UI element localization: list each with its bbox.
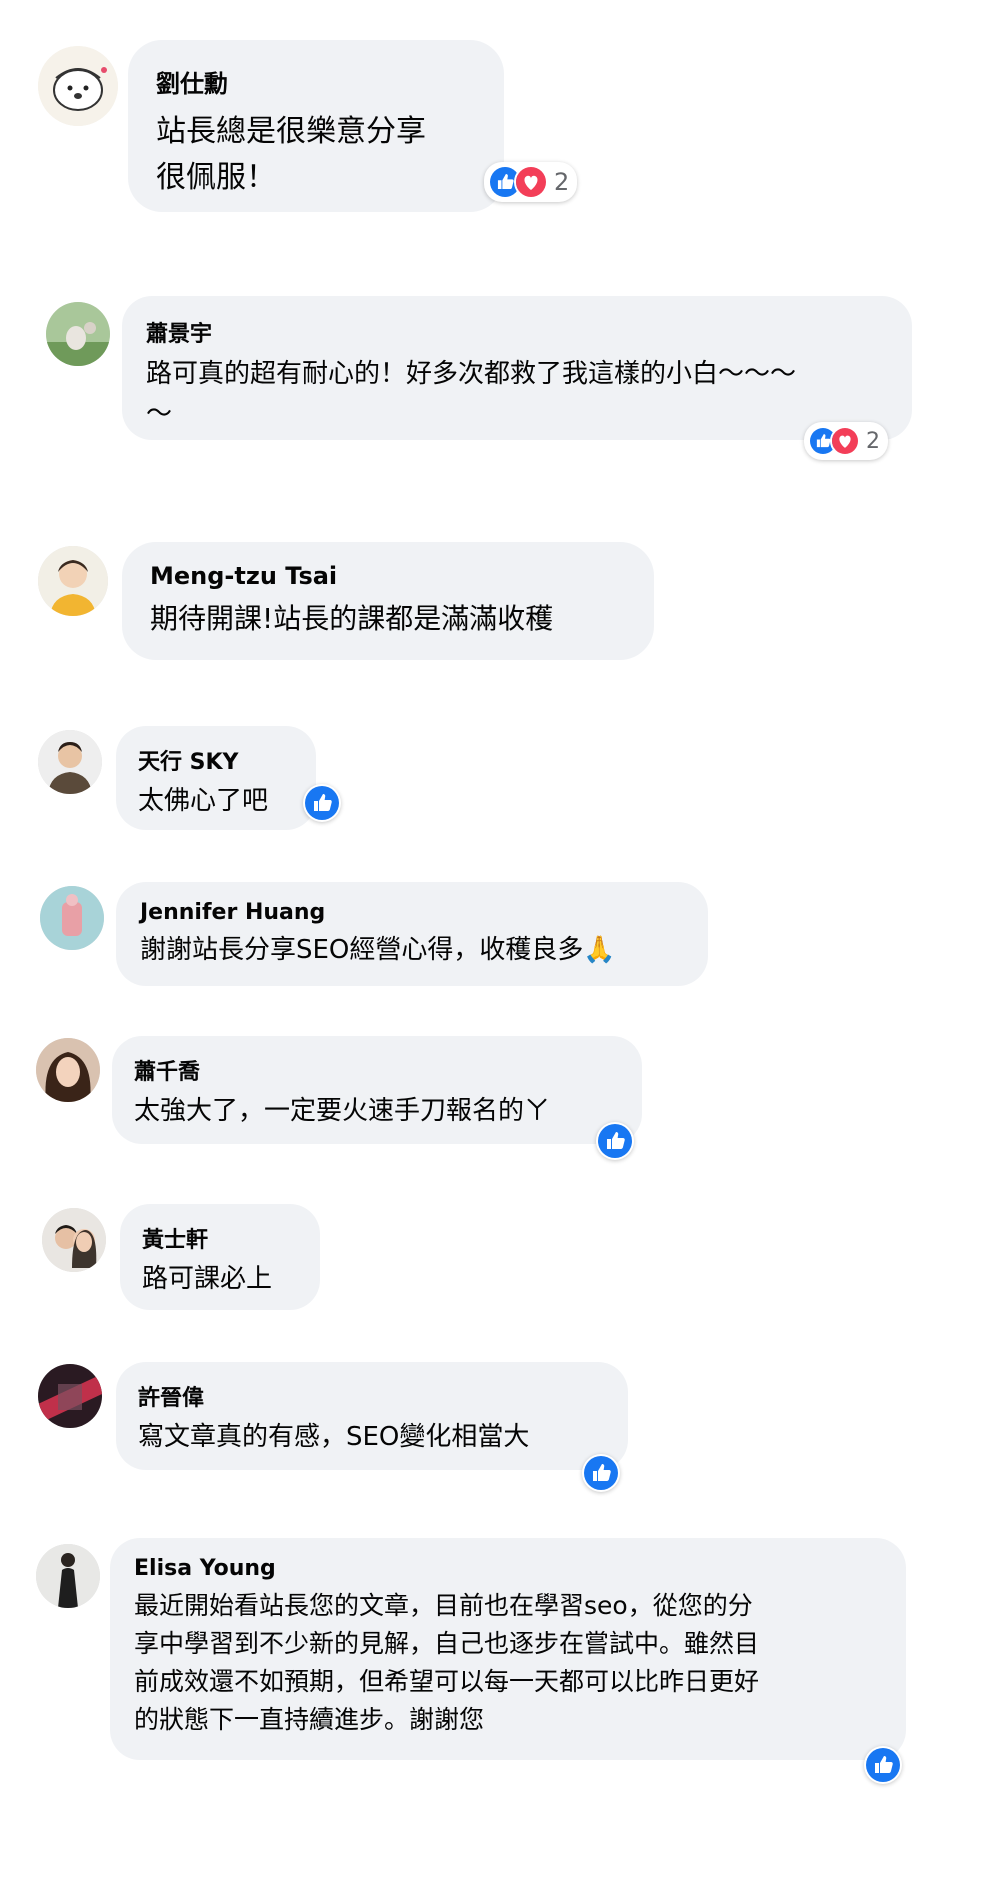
avatar-image — [36, 1038, 100, 1102]
avatar[interactable] — [36, 1544, 100, 1608]
love-icon — [830, 426, 860, 456]
avatar[interactable] — [38, 730, 102, 794]
commenter-name[interactable]: 蕭千喬 — [134, 1054, 620, 1086]
reactions-summary[interactable]: 2 — [804, 422, 888, 460]
comment-bubble[interactable]: 天行 SKY 太佛心了吧 — [116, 726, 316, 830]
comment-text: 路可課必上 — [142, 1264, 273, 1294]
comment-bubble[interactable]: 劉仕勳 站長總是很樂意分享 很佩服！ — [128, 40, 504, 212]
comment-bubble[interactable]: Elisa Young 最近開始看站長您的文章，目前也在學習seo，從您的分 享… — [110, 1538, 906, 1760]
comment-text: 最近開始看站長您的文章，目前也在學習seo，從您的分 享中學習到不少新的見解，自… — [134, 1591, 760, 1734]
avatar-image — [46, 302, 110, 366]
avatar-image — [38, 730, 102, 794]
comment-text: 謝謝站長分享SEO經營心得，收穫良多🙏 — [140, 935, 616, 965]
comment-bubble[interactable]: 許晉偉 寫文章真的有感，SEO變化相當大 — [116, 1362, 628, 1470]
commenter-name[interactable]: Jennifer Huang — [140, 900, 684, 925]
reactions-summary[interactable]: 2 — [484, 162, 578, 202]
commenter-name[interactable]: Meng-tzu Tsai — [150, 562, 626, 590]
comment-bubble[interactable]: 蕭千喬 太強大了，一定要火速手刀報名的ㄚ — [112, 1036, 642, 1144]
comment-bubble[interactable]: 黃士軒 路可課必上 — [120, 1204, 320, 1310]
avatar-image — [38, 46, 118, 126]
like-reaction[interactable] — [596, 1122, 634, 1160]
love-icon — [514, 165, 548, 199]
avatar-image — [36, 1544, 100, 1608]
commenter-name[interactable]: 劉仕勳 — [156, 64, 476, 99]
comment-bubble[interactable]: 蕭景宇 路可真的超有耐心的！好多次都救了我這樣的小白～～～ ～ — [122, 296, 912, 440]
avatar-image — [40, 886, 104, 950]
commenter-name[interactable]: 蕭景宇 — [146, 316, 888, 348]
comment-text: 太強大了，一定要火速手刀報名的ㄚ — [134, 1096, 551, 1126]
comment-text: 期待開課!站長的課都是滿滿收穫 — [150, 602, 554, 635]
comment-bubble[interactable]: Meng-tzu Tsai 期待開課!站長的課都是滿滿收穫 — [122, 542, 654, 660]
avatar[interactable] — [46, 302, 110, 366]
avatar-image — [38, 1364, 102, 1428]
avatar[interactable] — [38, 46, 118, 126]
like-icon — [584, 1456, 618, 1490]
like-icon — [598, 1124, 632, 1158]
avatar-image — [38, 546, 108, 616]
like-reaction[interactable] — [864, 1746, 902, 1784]
commenter-name[interactable]: 黃士軒 — [142, 1222, 298, 1254]
avatar[interactable] — [36, 1038, 100, 1102]
like-icon — [866, 1748, 900, 1782]
commenter-name[interactable]: 許晉偉 — [138, 1380, 606, 1412]
like-reaction[interactable] — [582, 1454, 620, 1492]
commenter-name[interactable]: Elisa Young — [134, 1556, 882, 1581]
comment-text: 太佛心了吧 — [138, 786, 269, 816]
reaction-count: 2 — [866, 428, 880, 454]
commenter-name[interactable]: 天行 SKY — [138, 744, 294, 776]
comment-text: 站長總是很樂意分享 很佩服！ — [156, 114, 426, 195]
avatar[interactable] — [38, 1364, 102, 1428]
avatar[interactable] — [40, 886, 104, 950]
avatar-image — [42, 1208, 106, 1272]
avatar[interactable] — [38, 546, 108, 616]
like-icon — [305, 786, 339, 820]
reaction-count: 2 — [554, 168, 570, 196]
comment-text: 寫文章真的有感，SEO變化相當大 — [138, 1422, 530, 1452]
comment-bubble[interactable]: Jennifer Huang 謝謝站長分享SEO經營心得，收穫良多🙏 — [116, 882, 708, 986]
like-reaction[interactable] — [303, 784, 341, 822]
comment-text: 路可真的超有耐心的！好多次都救了我這樣的小白～～～ ～ — [146, 359, 797, 429]
avatar[interactable] — [42, 1208, 106, 1272]
